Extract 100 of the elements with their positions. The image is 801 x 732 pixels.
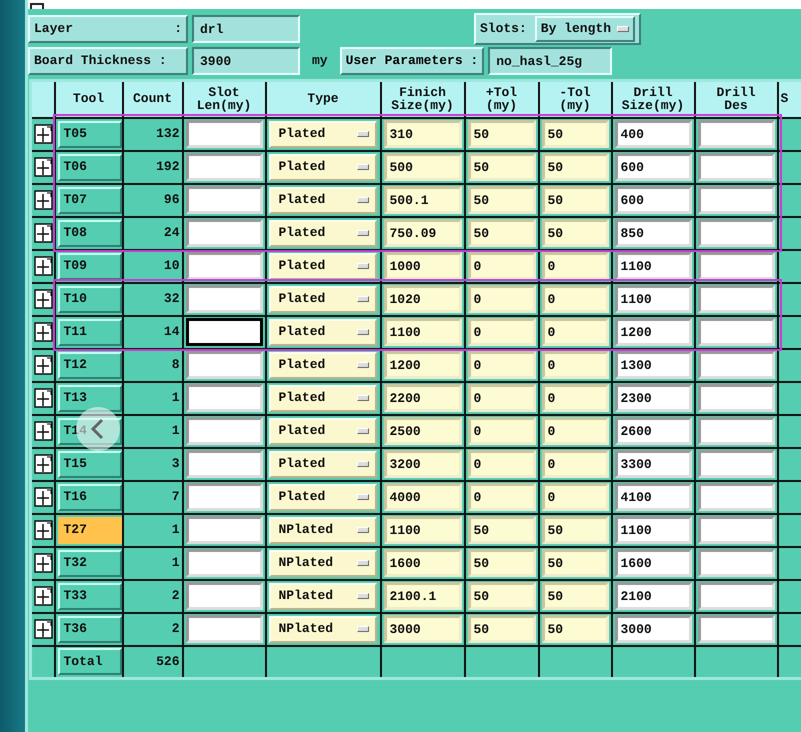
type-option-menu[interactable]: NPlated (268, 616, 376, 642)
input-field[interactable]: 50 (542, 219, 608, 247)
type-option-menu[interactable]: NPlated (268, 582, 376, 610)
expand-icon[interactable] (34, 454, 53, 474)
input-field[interactable] (698, 615, 774, 643)
input-field[interactable]: 0 (468, 384, 536, 412)
input-field[interactable]: 50 (468, 219, 536, 247)
expand-icon[interactable] (34, 322, 53, 342)
input-field[interactable]: 0 (542, 450, 608, 478)
expand-icon[interactable] (34, 619, 53, 639)
input-field[interactable]: 2100 (614, 582, 692, 610)
expand-icon[interactable] (34, 586, 53, 606)
input-field[interactable] (698, 252, 774, 280)
input-field[interactable]: 1100 (614, 516, 692, 544)
input-field[interactable]: 600 (614, 153, 692, 181)
input-field[interactable]: 3300 (614, 450, 692, 478)
input-field[interactable]: 50 (542, 186, 608, 214)
input-field[interactable]: 600 (614, 186, 692, 214)
expand-icon[interactable] (34, 487, 53, 507)
input-field[interactable]: 50 (542, 615, 608, 643)
input-field[interactable]: 50 (542, 516, 608, 544)
input-field[interactable]: 50 (468, 153, 536, 181)
input-field[interactable] (186, 549, 262, 577)
input-field[interactable] (186, 219, 262, 247)
input-field[interactable]: 50 (468, 549, 536, 577)
input-field[interactable]: 2500 (384, 417, 462, 445)
input-field[interactable] (186, 153, 262, 181)
tool-button[interactable]: T09 (58, 252, 122, 280)
input-field[interactable] (698, 582, 774, 610)
expand-icon[interactable] (34, 355, 53, 375)
input-field[interactable] (698, 186, 774, 214)
tool-button[interactable]: T12 (58, 352, 122, 378)
input-field[interactable] (698, 516, 774, 544)
input-field[interactable]: 0 (468, 318, 536, 346)
input-field[interactable]: 400 (614, 120, 692, 148)
expand-icon[interactable] (34, 553, 53, 573)
input-field[interactable]: 2100.1 (384, 582, 462, 610)
input-field[interactable] (186, 483, 262, 511)
input-field[interactable]: 50 (542, 582, 608, 610)
tool-button[interactable]: T15 (58, 450, 122, 478)
input-field[interactable]: 3200 (384, 450, 462, 478)
type-option-menu[interactable]: Plated (268, 484, 376, 510)
type-option-menu[interactable]: Plated (268, 384, 376, 412)
expand-icon[interactable] (34, 256, 53, 276)
input-field[interactable]: 1600 (384, 549, 462, 577)
input-field[interactable]: 50 (468, 615, 536, 643)
input-field[interactable] (186, 516, 262, 544)
input-field[interactable] (698, 351, 774, 379)
input-field[interactable]: 1020 (384, 285, 462, 313)
user-parameters-button[interactable]: User Parameters : (340, 47, 484, 75)
input-field[interactable]: drl (192, 15, 300, 43)
input-field[interactable]: 3900 (192, 47, 300, 75)
type-option-menu[interactable]: Plated (268, 418, 376, 444)
input-field[interactable] (698, 549, 774, 577)
input-field[interactable]: 1000 (384, 252, 462, 280)
input-field[interactable]: 50 (468, 186, 536, 214)
input-field[interactable]: 4100 (614, 483, 692, 511)
input-field[interactable]: 310 (384, 120, 462, 148)
expand-icon[interactable] (34, 124, 53, 144)
input-field[interactable]: 1100 (384, 516, 462, 544)
input-field[interactable] (186, 450, 262, 478)
tool-button[interactable]: T08 (58, 220, 122, 246)
expand-icon[interactable] (34, 421, 53, 441)
input-field[interactable]: 0 (468, 450, 536, 478)
expand-icon[interactable] (34, 520, 53, 540)
input-field[interactable]: 3000 (614, 615, 692, 643)
input-field[interactable]: 500 (384, 153, 462, 181)
type-option-menu[interactable]: Plated (268, 154, 376, 180)
input-field[interactable] (698, 417, 774, 445)
slots-option-menu[interactable]: By length (534, 16, 635, 42)
input-field[interactable]: 50 (542, 549, 608, 577)
input-field[interactable]: 0 (542, 384, 608, 412)
type-option-menu[interactable]: Plated (268, 352, 376, 378)
tool-button[interactable]: T10 (58, 286, 122, 312)
input-field[interactable] (698, 318, 774, 346)
type-option-menu[interactable]: Plated (268, 186, 376, 214)
type-option-menu[interactable]: NPlated (268, 516, 376, 544)
input-field[interactable]: 50 (542, 120, 608, 148)
input-field[interactable] (698, 120, 774, 148)
input-field[interactable] (186, 285, 262, 313)
input-field[interactable]: 0 (468, 285, 536, 313)
expand-icon[interactable] (34, 289, 53, 309)
input-field[interactable]: 1100 (384, 318, 462, 346)
tool-button[interactable]: T14 (58, 418, 122, 444)
input-field[interactable] (186, 186, 262, 214)
tool-button[interactable]: T06 (58, 154, 122, 180)
tool-button[interactable]: T33 (58, 582, 122, 610)
input-field[interactable] (698, 483, 774, 511)
input-field[interactable]: 1100 (614, 285, 692, 313)
input-field[interactable]: 0 (542, 318, 608, 346)
input-field[interactable] (698, 384, 774, 412)
input-field[interactable]: 2200 (384, 384, 462, 412)
expand-icon[interactable] (34, 223, 53, 243)
expand-icon[interactable] (34, 157, 53, 177)
input-field[interactable]: 850 (614, 219, 692, 247)
input-field[interactable]: 0 (542, 483, 608, 511)
tool-button[interactable]: T36 (58, 616, 122, 642)
input-field[interactable]: 3000 (384, 615, 462, 643)
type-option-menu[interactable]: NPlated (268, 550, 376, 576)
input-field[interactable]: 50 (468, 582, 536, 610)
